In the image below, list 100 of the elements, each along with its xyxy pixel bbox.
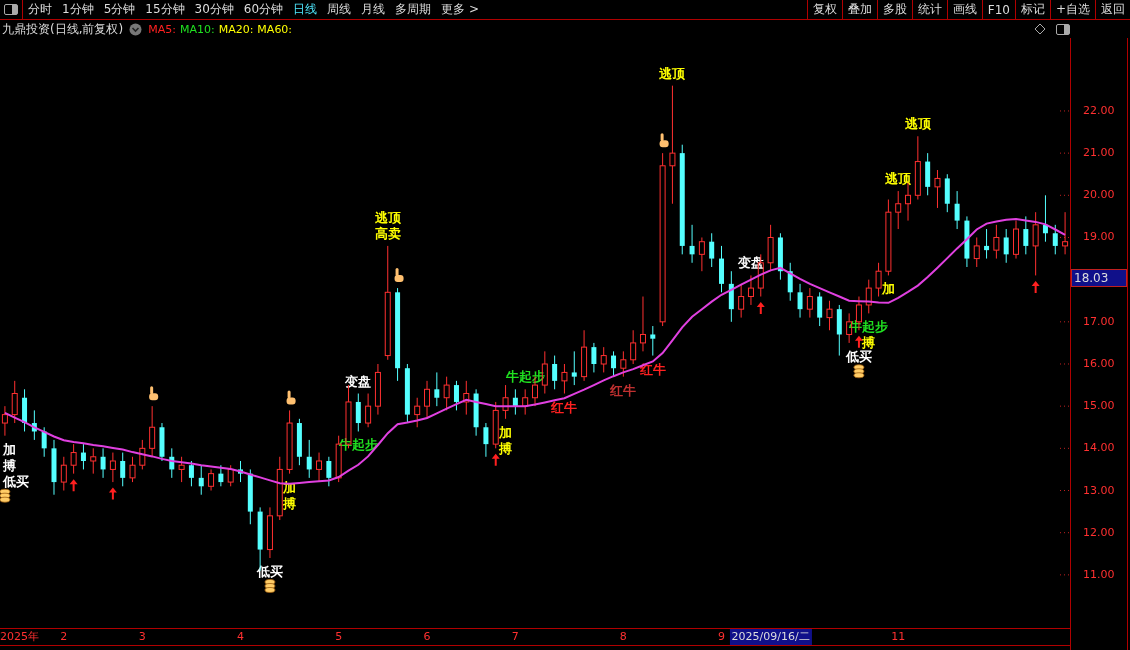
month-label: 3: [138, 629, 146, 645]
rising-candle: [1013, 220, 1019, 260]
falling-candle: [188, 460, 194, 487]
month-label: 8: [619, 629, 627, 645]
period-tab[interactable]: 15分钟: [140, 0, 190, 19]
period-tab[interactable]: 60分钟: [238, 0, 289, 19]
signal-label: 逃顶: [374, 209, 401, 225]
falling-candle: [954, 190, 960, 230]
falling-candle: [120, 452, 126, 487]
indicator-label: MA5:: [148, 22, 176, 36]
diamond-icon[interactable]: [1034, 23, 1046, 35]
falling-candle: [473, 388, 479, 437]
signal-label: 高卖: [374, 225, 401, 241]
falling-candle: [1042, 194, 1048, 243]
toolbar-button[interactable]: +自选: [1049, 0, 1095, 19]
rising-candle: [178, 456, 185, 483]
dropdown-icon[interactable]: [129, 22, 143, 36]
toolbar-button[interactable]: F10: [981, 0, 1015, 19]
signal-label: 逃顶: [885, 171, 912, 187]
falling-candle: [1003, 228, 1009, 264]
falling-candle: [296, 418, 302, 466]
period-tab[interactable]: 多周期: [390, 0, 437, 19]
signal-label: 逃顶: [904, 116, 931, 132]
month-label: 9: [718, 629, 725, 645]
rising-candle: [993, 224, 1000, 260]
price-tick-label: 16.00: [1083, 356, 1115, 372]
rising-candle: [208, 468, 215, 491]
toolbar-button[interactable]: 标记: [1014, 0, 1050, 19]
toolbar-button[interactable]: 叠加: [841, 0, 877, 19]
signal-label: 低买: [3, 473, 29, 489]
period-tab[interactable]: 月线: [356, 0, 391, 19]
month-label: 5: [335, 629, 343, 645]
rising-candle: [129, 456, 136, 483]
rising-candle: [1032, 211, 1039, 276]
rising-candle: [443, 376, 450, 411]
rising-candle: [139, 439, 146, 470]
signal-label: 变盘: [345, 373, 372, 389]
rising-candle: [561, 363, 568, 394]
rising-candle: [1, 405, 8, 437]
rising-candle: [865, 279, 872, 314]
toolbar-button[interactable]: 多股: [876, 0, 912, 19]
falling-candle: [159, 422, 165, 462]
month-label: 2: [60, 629, 68, 645]
rising-candle: [630, 329, 637, 365]
period-tab[interactable]: 1分钟: [57, 0, 99, 19]
period-tab[interactable]: 日线: [288, 0, 323, 19]
falling-candle: [198, 464, 204, 496]
toolbar-button[interactable]: 画线: [946, 0, 982, 19]
period-tab[interactable]: 5分钟: [98, 0, 141, 19]
rising-candle: [374, 363, 381, 416]
period-tab[interactable]: 更多 >: [436, 0, 484, 19]
panel-icon[interactable]: [4, 4, 18, 15]
falling-candle: [326, 456, 332, 487]
falling-candle: [31, 409, 37, 441]
rising-candle: [914, 135, 921, 200]
up-arrow-icon: [854, 335, 863, 348]
rising-candle: [698, 237, 705, 272]
toolbar-button[interactable]: 统计: [911, 0, 947, 19]
falling-candle: [728, 270, 734, 323]
falling-candle: [787, 262, 793, 302]
falling-candle: [611, 350, 617, 378]
rising-candle: [826, 300, 833, 331]
signal-label: 搏: [499, 440, 513, 456]
falling-candle: [591, 342, 597, 373]
period-tab[interactable]: 30分钟: [189, 0, 239, 19]
price-tick-label: 17.00: [1083, 313, 1115, 330]
rising-candle: [109, 452, 116, 483]
rising-candle: [90, 447, 97, 475]
falling-candle: [22, 388, 28, 432]
up-arrow-icon: [491, 453, 500, 466]
falling-candle: [100, 447, 106, 479]
coin-stack-icon: [0, 488, 11, 503]
falling-candle: [80, 443, 86, 470]
period-tab[interactable]: 分时: [23, 0, 57, 19]
month-label: 4: [237, 629, 244, 645]
rising-candle: [11, 380, 18, 424]
last-price-label: 18.03: [1071, 269, 1127, 288]
panel-icon[interactable]: [1056, 23, 1070, 35]
toolbar-button[interactable]: 复权: [806, 0, 842, 19]
signal-label: 红牛: [551, 399, 578, 415]
month-label: 11: [891, 629, 906, 645]
price-tick-label: 13.00: [1083, 482, 1115, 499]
period-tab[interactable]: 周线: [322, 0, 357, 19]
falling-candle: [836, 304, 842, 357]
rising-candle: [227, 464, 234, 487]
falling-candle: [944, 173, 950, 213]
rising-candle: [738, 283, 745, 319]
falling-candle: [247, 468, 253, 525]
signal-label: 红牛: [639, 361, 666, 377]
falling-candle: [817, 291, 823, 327]
rising-candle: [934, 169, 941, 209]
falling-candle: [1023, 215, 1029, 255]
cursor-date-label: 2025/09/16/二: [729, 629, 812, 645]
falling-candle: [709, 232, 715, 268]
toolbar-button[interactable]: 返回: [1095, 0, 1130, 19]
coin-stack-icon: [853, 364, 865, 379]
indicator-label: MA10:: [179, 22, 215, 36]
rising-candle: [747, 274, 754, 306]
price-tick-label: 15.00: [1083, 398, 1115, 415]
pointing-hand-icon: [659, 133, 669, 148]
